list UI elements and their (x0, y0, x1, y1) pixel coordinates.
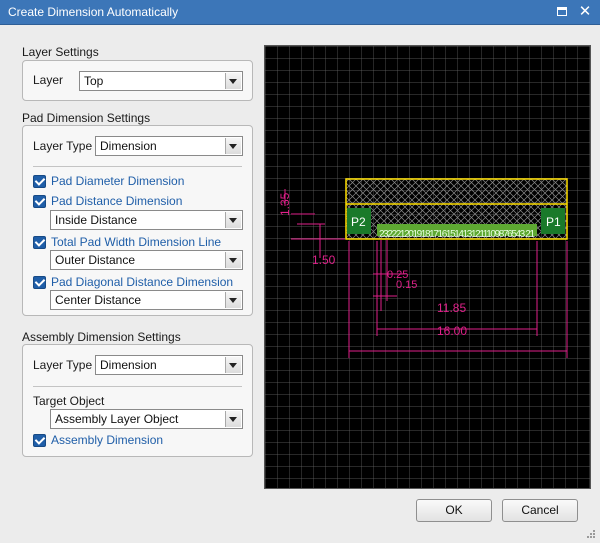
pad-layer-type-value: Dimension (100, 139, 157, 153)
pad-distance-label[interactable]: Pad Distance Dimension (51, 194, 182, 208)
target-object-label: Target Object (33, 394, 105, 408)
pad-distance-mode-select[interactable]: Inside Distance (50, 210, 243, 230)
title-bar: Create Dimension Automatically ✕ (0, 0, 600, 25)
pad-settings-group: Layer Type Dimension Pad Diameter Dimens… (22, 125, 253, 316)
pad-layer-type-label: Layer Type (33, 139, 93, 153)
close-icon: ✕ (578, 3, 592, 20)
dim-1-35: 1.35 (278, 192, 292, 216)
total-width-label[interactable]: Total Pad Width Dimension Line (51, 235, 221, 249)
diagonal-checkbox[interactable] (33, 276, 46, 289)
target-object-select[interactable]: Assembly Layer Object (50, 409, 243, 429)
divider (33, 386, 242, 387)
resize-grip-icon[interactable] (586, 529, 596, 539)
dim-0-15: 0.15 (396, 279, 417, 291)
pad-diameter-label[interactable]: Pad Diameter Dimension (51, 174, 184, 188)
diagonal-mode-value: Center Distance (55, 293, 142, 307)
cancel-button[interactable]: Cancel (502, 499, 578, 522)
assembly-layer-type-select[interactable]: Dimension (95, 355, 243, 375)
total-width-mode-value: Outer Distance (55, 253, 136, 267)
assembly-dimension-label[interactable]: Assembly Dimension (51, 433, 163, 447)
layer-settings-group: Layer Top (22, 60, 253, 101)
window-title: Create Dimension Automatically (8, 5, 179, 19)
chevron-down-icon[interactable] (225, 212, 241, 228)
dim-11-85: 11.85 (437, 301, 466, 315)
chevron-down-icon[interactable] (225, 292, 241, 308)
assembly-dimension-checkbox[interactable] (33, 434, 46, 447)
diagonal-mode-select[interactable]: Center Distance (50, 290, 243, 310)
target-object-value: Assembly Layer Object (55, 412, 179, 426)
dim-1-50: 1.50 (312, 253, 336, 267)
layer-label: Layer (33, 73, 64, 87)
chevron-down-icon[interactable] (225, 411, 241, 427)
layer-settings-title: Layer Settings (22, 45, 99, 59)
divider (33, 166, 242, 167)
grid (265, 46, 590, 488)
dim-16-00: 16.00 (437, 324, 467, 338)
pin-numbers: 23222120191817161514131211109876543 21 (379, 229, 535, 240)
assembly-settings-group: Layer Type Dimension Target Object Assem… (22, 344, 253, 457)
total-width-checkbox[interactable] (33, 236, 46, 249)
maximize-icon (557, 7, 567, 16)
pad-p1-label: P1 (546, 215, 561, 229)
layer-select[interactable]: Top (79, 71, 243, 91)
chevron-down-icon[interactable] (225, 73, 241, 89)
chevron-down-icon[interactable] (225, 138, 241, 154)
pad-distance-checkbox[interactable] (33, 195, 46, 208)
pad-settings-title: Pad Dimension Settings (22, 111, 151, 125)
pad-p2-label: P2 (351, 215, 366, 229)
pad-distance-mode-value: Inside Distance (55, 213, 138, 227)
assembly-settings-title: Assembly Dimension Settings (22, 330, 181, 344)
close-button[interactable]: ✕ (578, 3, 592, 20)
pad-layer-type-select[interactable]: Dimension (95, 136, 243, 156)
assembly-layer-type-value: Dimension (100, 358, 157, 372)
preview-canvas[interactable]: P2 P1 2322212019181716151413121110987654… (264, 45, 591, 489)
pad-diameter-checkbox[interactable] (33, 175, 46, 188)
diagonal-label[interactable]: Pad Diagonal Distance Dimension (51, 275, 233, 289)
total-width-mode-select[interactable]: Outer Distance (50, 250, 243, 270)
layer-select-value: Top (84, 74, 104, 88)
ok-button[interactable]: OK (416, 499, 492, 522)
chevron-down-icon[interactable] (225, 252, 241, 268)
chevron-down-icon[interactable] (225, 357, 241, 373)
preview-drawing: P2 P1 2322212019181716151413121110987654… (265, 46, 590, 488)
maximize-button[interactable] (556, 5, 570, 19)
assembly-layer-type-label: Layer Type (33, 358, 93, 372)
